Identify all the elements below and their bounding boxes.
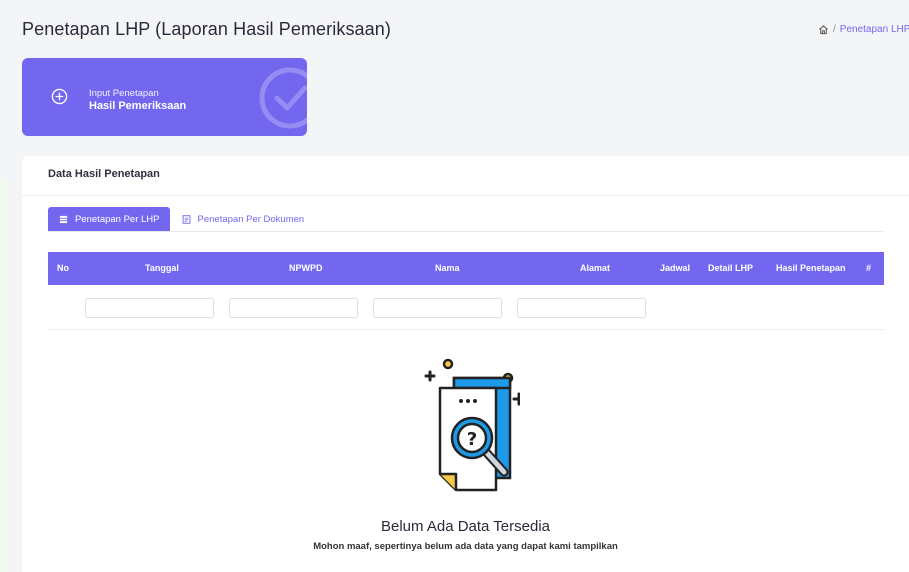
document-icon: [182, 214, 190, 224]
list-icon: [59, 215, 68, 223]
breadcrumb: / Penetapan LHP: [818, 24, 909, 35]
filter-npwpd-input[interactable]: [229, 298, 358, 318]
page-title: Penetapan LHP (Laporan Hasil Pemeriksaan…: [22, 19, 391, 39]
input-penetapan-card[interactable]: Input Penetapan Hasil Pemeriksaan: [22, 58, 307, 136]
tab-penetapan-per-dokumen[interactable]: Penetapan Per Dokumen: [171, 207, 315, 231]
tab-penetapan-per-lhp[interactable]: Penetapan Per LHP: [48, 207, 170, 231]
filter-row: [48, 286, 884, 330]
column-header-actions[interactable]: #: [866, 252, 871, 285]
filter-alamat-input[interactable]: [517, 298, 646, 318]
tabs: Penetapan Per LHP Penetapan Per Dokumen: [48, 207, 884, 232]
breadcrumb-current[interactable]: Penetapan LHP: [840, 24, 909, 35]
filter-nama-input[interactable]: [373, 298, 502, 318]
svg-text:?: ?: [467, 429, 477, 450]
check-circle-icon: [259, 67, 307, 129]
column-header-detail-lhp[interactable]: Detail LHP: [708, 252, 753, 285]
column-header-jadwal[interactable]: Jadwal: [660, 252, 690, 285]
home-icon[interactable]: [818, 24, 829, 35]
column-header-alamat[interactable]: Alamat: [580, 252, 610, 285]
tab-label: Penetapan Per LHP: [75, 213, 160, 225]
card-title: Hasil Pemeriksaan: [89, 100, 187, 112]
panel-title: Data Hasil Penetapan: [48, 168, 160, 180]
empty-state-title: Belum Ada Data Tersedia: [381, 518, 550, 535]
data-panel: Data Hasil Penetapan Penetapan Per LHP P…: [22, 156, 909, 572]
plus-circle-icon: [51, 88, 68, 105]
filter-tanggal-input[interactable]: [85, 298, 214, 318]
column-header-no[interactable]: No: [57, 252, 69, 285]
empty-state-subtitle: Mohon maaf, sepertinya belum ada data ya…: [313, 541, 618, 552]
left-edge-strip: [0, 180, 9, 572]
column-header-nama[interactable]: Nama: [435, 252, 460, 285]
breadcrumb-separator: /: [833, 24, 836, 35]
card-subtitle: Input Penetapan: [89, 88, 159, 99]
column-header-hasil-penetapan[interactable]: Hasil Penetapan: [776, 252, 846, 285]
document-search-icon: ?: [424, 358, 520, 492]
panel-divider: [22, 195, 909, 196]
table-header: No Tanggal NPWPD Nama Alamat Jadwal Deta…: [48, 252, 884, 285]
column-header-tanggal[interactable]: Tanggal: [145, 252, 179, 285]
tab-label: Penetapan Per Dokumen: [197, 213, 305, 225]
column-header-npwpd[interactable]: NPWPD: [289, 252, 323, 285]
